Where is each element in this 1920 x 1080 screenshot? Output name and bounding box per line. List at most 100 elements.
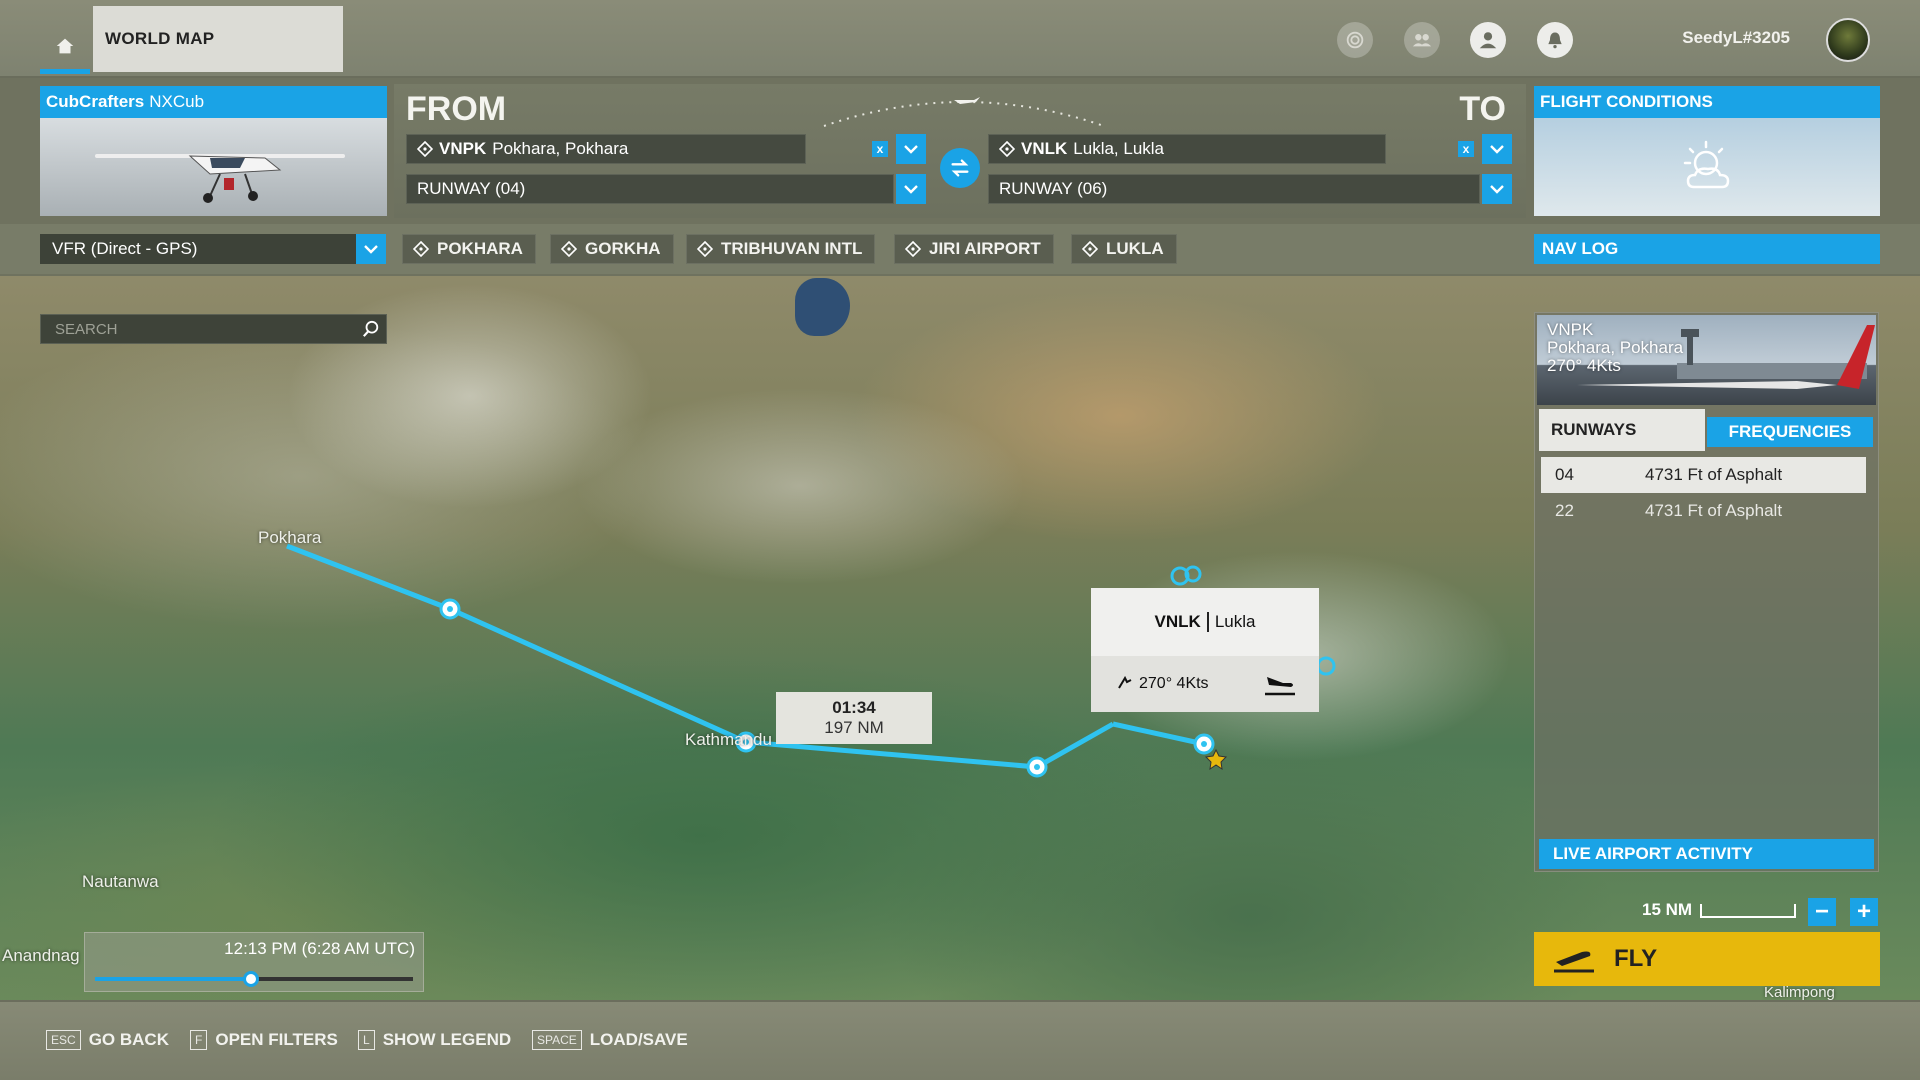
avatar[interactable] <box>1826 18 1870 62</box>
airport-popup[interactable]: VNLK Lukla 270° 4Kts <box>1091 588 1319 712</box>
takeoff-icon <box>1554 951 1594 973</box>
aircraft-image <box>40 118 387 216</box>
departure-dropdown-button[interactable] <box>896 134 926 164</box>
chevron-down-icon <box>904 145 918 154</box>
hint-label: OPEN FILTERS <box>215 1030 338 1049</box>
waypoint-chip-jiri[interactable]: JIRI AIRPORT <box>894 234 1054 264</box>
time-of-day-panel: 12:13 PM (6:28 AM UTC) <box>84 932 424 992</box>
route-line-final <box>1112 721 1205 747</box>
swap-airports-button[interactable] <box>940 148 980 188</box>
departure-runway-dropdown[interactable] <box>896 174 926 204</box>
aircraft-model: NXCub <box>149 92 205 111</box>
runway-number: 04 <box>1555 465 1574 484</box>
departure-airport-field[interactable]: VNPK Pokhara, Pokhara <box>406 134 806 164</box>
activity-button[interactable] <box>1337 22 1373 58</box>
tab-runways[interactable]: RUNWAYS <box>1539 409 1705 451</box>
friends-icon <box>1412 34 1432 47</box>
notifications-button[interactable] <box>1537 22 1573 58</box>
airport-popup-name: Lukla <box>1214 612 1256 631</box>
map-search[interactable] <box>40 314 387 344</box>
world-map[interactable]: Pokhara Kathmandu Nautanwa Anandnag Kali… <box>0 276 1920 1000</box>
aircraft-selector[interactable]: CubCrafters NXCub <box>40 86 387 216</box>
arrival-name: Lukla, Lukla <box>1073 139 1165 158</box>
arrival-runway-dropdown[interactable] <box>1482 174 1512 204</box>
waypoint-chip-tribhuvan[interactable]: TRIBHUVAN INTL <box>686 234 876 264</box>
home-button[interactable] <box>40 18 90 74</box>
waypoint-label: JIRI AIRPORT <box>929 239 1041 258</box>
home-tab-indicator <box>40 69 90 74</box>
runway-description: 4731 Ft of Asphalt <box>1645 501 1783 520</box>
zoom-in-button[interactable]: + <box>1850 898 1878 926</box>
airport-popup-details: 270° 4Kts <box>1091 656 1319 712</box>
airport-pin-icon[interactable] <box>1170 565 1202 586</box>
flight-conditions-card[interactable]: FLIGHT CONDITIONS <box>1534 86 1880 216</box>
search-icon[interactable] <box>362 320 380 338</box>
waypoint-icon <box>999 141 1015 157</box>
clear-departure-button[interactable]: x <box>872 141 888 157</box>
departure-runway-field[interactable]: RUNWAY (04) <box>406 174 894 204</box>
waypoint-label: POKHARA <box>437 239 523 258</box>
clear-arrival-button[interactable]: x <box>1458 141 1474 157</box>
key-f: F <box>190 1030 208 1050</box>
hint-label: SHOW LEGEND <box>382 1030 512 1049</box>
waypoint-icon <box>697 241 713 257</box>
departure-code: VNPK <box>439 139 487 158</box>
key-esc: ESC <box>46 1030 81 1050</box>
waypoint-marker-gorkha[interactable] <box>439 598 461 620</box>
waypoint-chip-lukla[interactable]: LUKLA <box>1071 234 1177 264</box>
time-slider-handle[interactable] <box>242 971 259 987</box>
hint-label: LOAD/SAVE <box>589 1030 688 1049</box>
chevron-down-icon <box>1490 145 1504 154</box>
waypoint-marker-lukla[interactable] <box>1193 733 1215 755</box>
runway-description: 4731 Ft of Asphalt <box>1645 465 1783 484</box>
waypoint-chip-gorkha[interactable]: GORKHA <box>550 234 674 264</box>
airport-photo-caption: VNPK Pokhara, Pokhara 270° 4Kts <box>1547 321 1683 375</box>
flight-type-dropdown-button[interactable] <box>356 234 386 264</box>
hint-go-back[interactable]: ESC GO BACK <box>46 1030 169 1050</box>
chevron-down-icon <box>1490 185 1504 194</box>
airport-popup-title: VNLK Lukla <box>1091 588 1319 656</box>
runway-row-04[interactable]: 04 4731 Ft of Asphalt <box>1541 457 1866 493</box>
time-slider[interactable] <box>95 971 413 987</box>
airport-code: VNPK <box>1547 320 1594 339</box>
search-input[interactable] <box>55 320 335 338</box>
aircraft-brand: CubCrafters <box>46 92 145 111</box>
time-display: 12:13 PM (6:28 AM UTC) <box>224 939 415 958</box>
fly-button[interactable]: FLY <box>1534 932 1880 986</box>
to-label: TO <box>1459 90 1506 128</box>
tab-world-map[interactable]: WORLD MAP <box>93 6 343 72</box>
tab-frequencies[interactable]: FREQUENCIES <box>1707 417 1873 447</box>
username[interactable]: SeedyL#3205 <box>1682 28 1790 48</box>
map-scale-bar <box>1700 904 1796 918</box>
airport-wind: 270° 4Kts <box>1547 356 1621 375</box>
map-scale-label: 15 NM <box>1642 900 1693 919</box>
home-icon <box>56 38 74 54</box>
arrival-code: VNLK <box>1021 139 1068 158</box>
profile-button[interactable] <box>1470 22 1506 58</box>
map-label-anandnag: Anandnag <box>2 946 80 965</box>
activity-icon <box>1346 31 1364 49</box>
map-label-kalimpong: Kalimpong <box>1764 984 1835 1000</box>
swap-icon <box>951 159 969 177</box>
live-airport-activity-button[interactable]: LIVE AIRPORT ACTIVITY <box>1539 839 1874 869</box>
runway-row-22[interactable]: 22 4731 Ft of Asphalt <box>1541 493 1866 529</box>
map-label-nautanwa: Nautanwa <box>82 872 159 891</box>
hint-show-legend[interactable]: L SHOW LEGEND <box>358 1030 511 1050</box>
waypoint-chip-pokhara[interactable]: POKHARA <box>402 234 536 264</box>
arrival-dropdown-button[interactable] <box>1482 134 1512 164</box>
zoom-out-button[interactable]: − <box>1808 898 1836 926</box>
chevron-down-icon <box>364 245 378 254</box>
hint-open-filters[interactable]: F OPEN FILTERS <box>190 1030 338 1050</box>
waypoint-marker-jiri[interactable] <box>1026 756 1048 778</box>
arrival-airport-field[interactable]: VNLK Lukla, Lukla <box>988 134 1386 164</box>
nav-log-button[interactable]: NAV LOG <box>1534 234 1880 264</box>
flight-type-select[interactable]: VFR (Direct - GPS) <box>40 234 386 264</box>
hint-load-save[interactable]: SPACE LOAD/SAVE <box>532 1030 688 1050</box>
airport-pin-icon[interactable] <box>1316 656 1336 676</box>
friends-button[interactable] <box>1404 22 1440 58</box>
arrival-runway-field[interactable]: RUNWAY (06) <box>988 174 1480 204</box>
map-label-kathmandu: Kathmandu <box>685 730 772 749</box>
key-l: L <box>358 1030 375 1050</box>
route-panel: FROM TO VNPK Pokhara, Pokhara x RUNWAY (… <box>394 84 1526 218</box>
top-bar: WORLD MAP SeedyL#3205 <box>0 0 1920 78</box>
